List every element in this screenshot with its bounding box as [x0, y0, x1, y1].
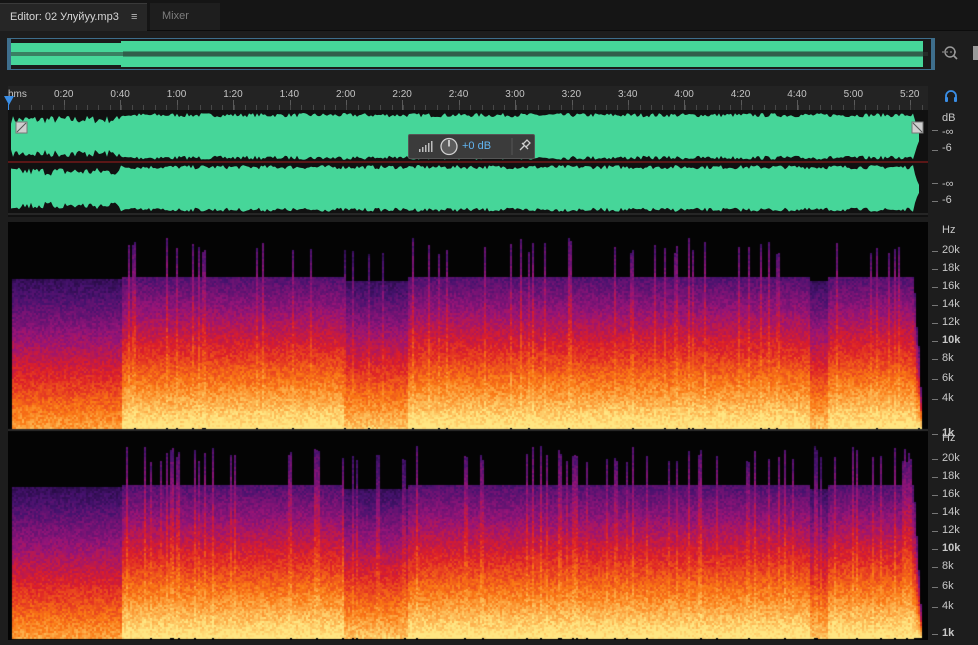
volume-hud[interactable]: +0 dB: [408, 134, 535, 159]
panel-tab-bar: Editor: 02 Улуйуу.mp3 ≡ Mixer: [0, 0, 978, 31]
amp-ch2-label-6: -6: [942, 194, 952, 206]
ruler-time-label: 5:00: [843, 89, 864, 100]
freq-label-ch2: 18k: [942, 470, 960, 482]
amp-unit-label: dB: [942, 112, 956, 124]
volume-knob-icon[interactable]: [440, 137, 458, 156]
time-ruler[interactable]: hms 0:20 0:40 1:00 1:20 1:40 2:00 2:20 2:40 3:00…: [8, 86, 928, 110]
ruler-time-label: 4:20: [730, 89, 751, 100]
amp-ch1-label-6: -6: [942, 142, 952, 154]
freq-label-ch1: 10k: [942, 334, 961, 346]
freq-label-ch2: 20k: [942, 452, 960, 464]
ruler-time-label: 1:20: [223, 89, 243, 100]
tab-mixer-label: Mixer: [162, 10, 189, 22]
freq-label-ch2: 4k: [942, 600, 954, 612]
ruler-time-label: 3:20: [561, 89, 582, 100]
zoom-icon[interactable]: [942, 46, 958, 60]
freq-label-ch2: 14k: [942, 506, 960, 518]
volume-gain-value: +0 dB: [462, 140, 492, 152]
fade-out-handle-icon[interactable]: [911, 121, 924, 134]
ruler-time-label: 3:00: [505, 89, 525, 100]
amp-ch2-label-inf: -∞: [942, 178, 954, 190]
frequency-scale: Hz 20k 18k 16k 14k 12k 10k 8k 6k 4k 1k Hz 20k 18k 16k 1…: [930, 222, 978, 640]
freq-label-ch1: 4k: [942, 392, 954, 404]
ruler-time-label: 3:40: [618, 89, 638, 100]
ruler-time-label: 0:40: [110, 89, 130, 100]
freq-label-ch2: 16k: [942, 488, 960, 500]
amplitude-scale: dB -∞ -6 -∞ -6: [930, 110, 978, 217]
pin-icon[interactable]: [519, 139, 531, 151]
freq-label-ch1: 6k: [942, 372, 954, 384]
volume-meter-icon: [419, 141, 433, 152]
tab-mixer[interactable]: Mixer: [150, 3, 220, 30]
spectral-frequency-display[interactable]: [8, 222, 928, 640]
ruler-time-label: 1:00: [166, 89, 187, 100]
ruler-time-label: 5:20: [900, 89, 920, 100]
ruler-time-label: 0:20: [54, 89, 74, 100]
freq-label-ch1: 20k: [942, 244, 960, 256]
ruler-time-label: 1:40: [279, 89, 300, 100]
freq-label-ch1: 8k: [942, 352, 954, 364]
freq-label-ch1: 12k: [942, 316, 960, 328]
freq-label-ch1: 14k: [942, 298, 960, 310]
menu-icon[interactable]: ≡: [131, 4, 137, 31]
ruler-time-label: 2:20: [392, 89, 412, 100]
freq-label-ch2: 6k: [942, 580, 954, 592]
freq-unit-label-ch2: Hz: [942, 432, 956, 444]
tab-editor[interactable]: Editor: 02 Улуйуу.mp3 ≡: [0, 3, 147, 31]
ruler-time-label: 2:00: [336, 89, 356, 100]
ruler-time-label: 4:40: [787, 89, 807, 100]
tab-editor-label: Editor: 02 Улуйуу.mp3: [10, 11, 119, 23]
overview-tools: [938, 38, 978, 68]
freq-unit-label-ch1: Hz: [942, 224, 956, 236]
freq-label-ch2: 8k: [942, 560, 954, 572]
amp-ch1-label-inf: -∞: [942, 126, 954, 138]
freq-label-ch2: 10k: [942, 542, 961, 554]
waveform-display[interactable]: [8, 110, 928, 217]
freq-label-ch1: 18k: [942, 262, 960, 274]
fade-in-handle-icon[interactable]: [15, 121, 28, 134]
headphones-icon[interactable]: [944, 89, 958, 103]
freq-label-ch2: 12k: [942, 524, 960, 536]
overview-waveform: [8, 39, 934, 69]
playhead-icon[interactable]: [4, 96, 14, 105]
freq-label-ch1: 16k: [942, 280, 960, 292]
ruler-time-label: 4:00: [674, 89, 694, 100]
ruler-time-label: 2:40: [448, 89, 469, 100]
overview-navigator[interactable]: [7, 38, 935, 70]
panel-splitter[interactable]: [494, 216, 518, 223]
freq-label-ch2: 1k: [942, 627, 955, 639]
